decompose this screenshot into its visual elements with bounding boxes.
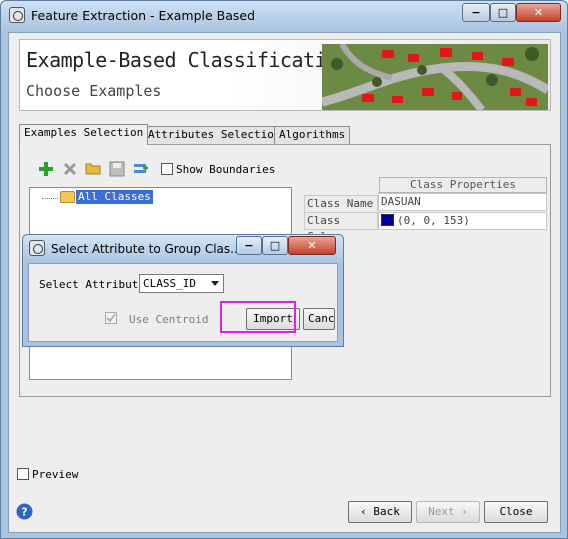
folder-icon [60,191,75,203]
tab-attributes-selection[interactable]: Attributes Selection [143,126,286,144]
select-attribute-label: Select Attribute [39,278,145,291]
use-centroid-label: Use Centroid [129,313,209,326]
class-color-value[interactable]: (0, 0, 153) [378,212,547,230]
color-swatch [381,214,394,226]
page-title: Example-Based Classification [26,48,350,72]
dialog-titlebar[interactable]: Select Attribute to Group Clas... − □ ✕ [23,235,343,263]
tree-connector [42,198,58,199]
class-name-value[interactable]: DASUAN [378,193,547,211]
next-button-label: Next [428,505,455,518]
add-icon[interactable] [38,161,54,177]
preview-checkbox[interactable] [17,468,29,480]
class-properties-header: Class Properties [379,177,547,193]
dialog-app-icon [29,240,45,256]
aerial-image [322,44,548,110]
minimize-button[interactable]: − [462,3,490,22]
open-folder-icon[interactable] [85,160,101,176]
preview-label: Preview [32,468,79,481]
attribute-select-value: CLASS_ID [143,277,196,290]
class-name-key: Class Name [304,195,378,213]
class-color-key: Class Color [304,212,378,243]
close-button[interactable]: Close [484,501,548,523]
help-icon[interactable]: ? [16,503,33,520]
dialog-close-button[interactable]: ✕ [288,236,336,255]
header-panel: Example-Based Classification Choose Exam… [19,39,551,111]
close-window-button[interactable]: ✕ [516,3,561,22]
check-icon [106,313,116,323]
dialog-minimize-button[interactable]: − [236,236,262,255]
import-icon[interactable] [133,161,149,177]
chevron-left-icon: ‹ [360,505,367,518]
attribute-select[interactable]: CLASS_ID [139,274,224,293]
tree-item-all-classes[interactable]: All Classes [76,190,153,204]
import-highlight-box [220,301,296,333]
dialog-maximize-button[interactable]: □ [262,236,288,255]
back-button[interactable]: ‹ Back [348,501,412,523]
window-titlebar[interactable]: Feature Extraction - Example Based − □ ✕ [1,1,567,31]
tab-examples-selection[interactable]: Examples Selection [19,124,149,145]
show-boundaries-label: Show Boundaries [176,163,276,176]
back-button-label: Back [373,505,400,518]
maximize-button[interactable]: □ [490,3,516,22]
cancel-button[interactable]: Canc [303,308,335,330]
next-button[interactable]: Next › [416,501,480,523]
show-boundaries-checkbox[interactable] [161,163,173,175]
app-icon [9,7,25,23]
save-icon[interactable] [109,161,125,177]
tab-algorithms[interactable]: Algorithms [274,126,351,144]
use-centroid-checkbox[interactable] [105,312,117,324]
svg-text:?: ? [21,506,27,519]
window-title: Feature Extraction - Example Based [31,8,256,23]
page-subtitle: Choose Examples [26,82,162,100]
class-color-text: (0, 0, 153) [397,214,470,227]
dialog-title: Select Attribute to Group Clas... [51,242,242,256]
chevron-right-icon: › [461,505,468,518]
chevron-down-icon [211,281,219,286]
delete-icon[interactable] [62,161,78,177]
